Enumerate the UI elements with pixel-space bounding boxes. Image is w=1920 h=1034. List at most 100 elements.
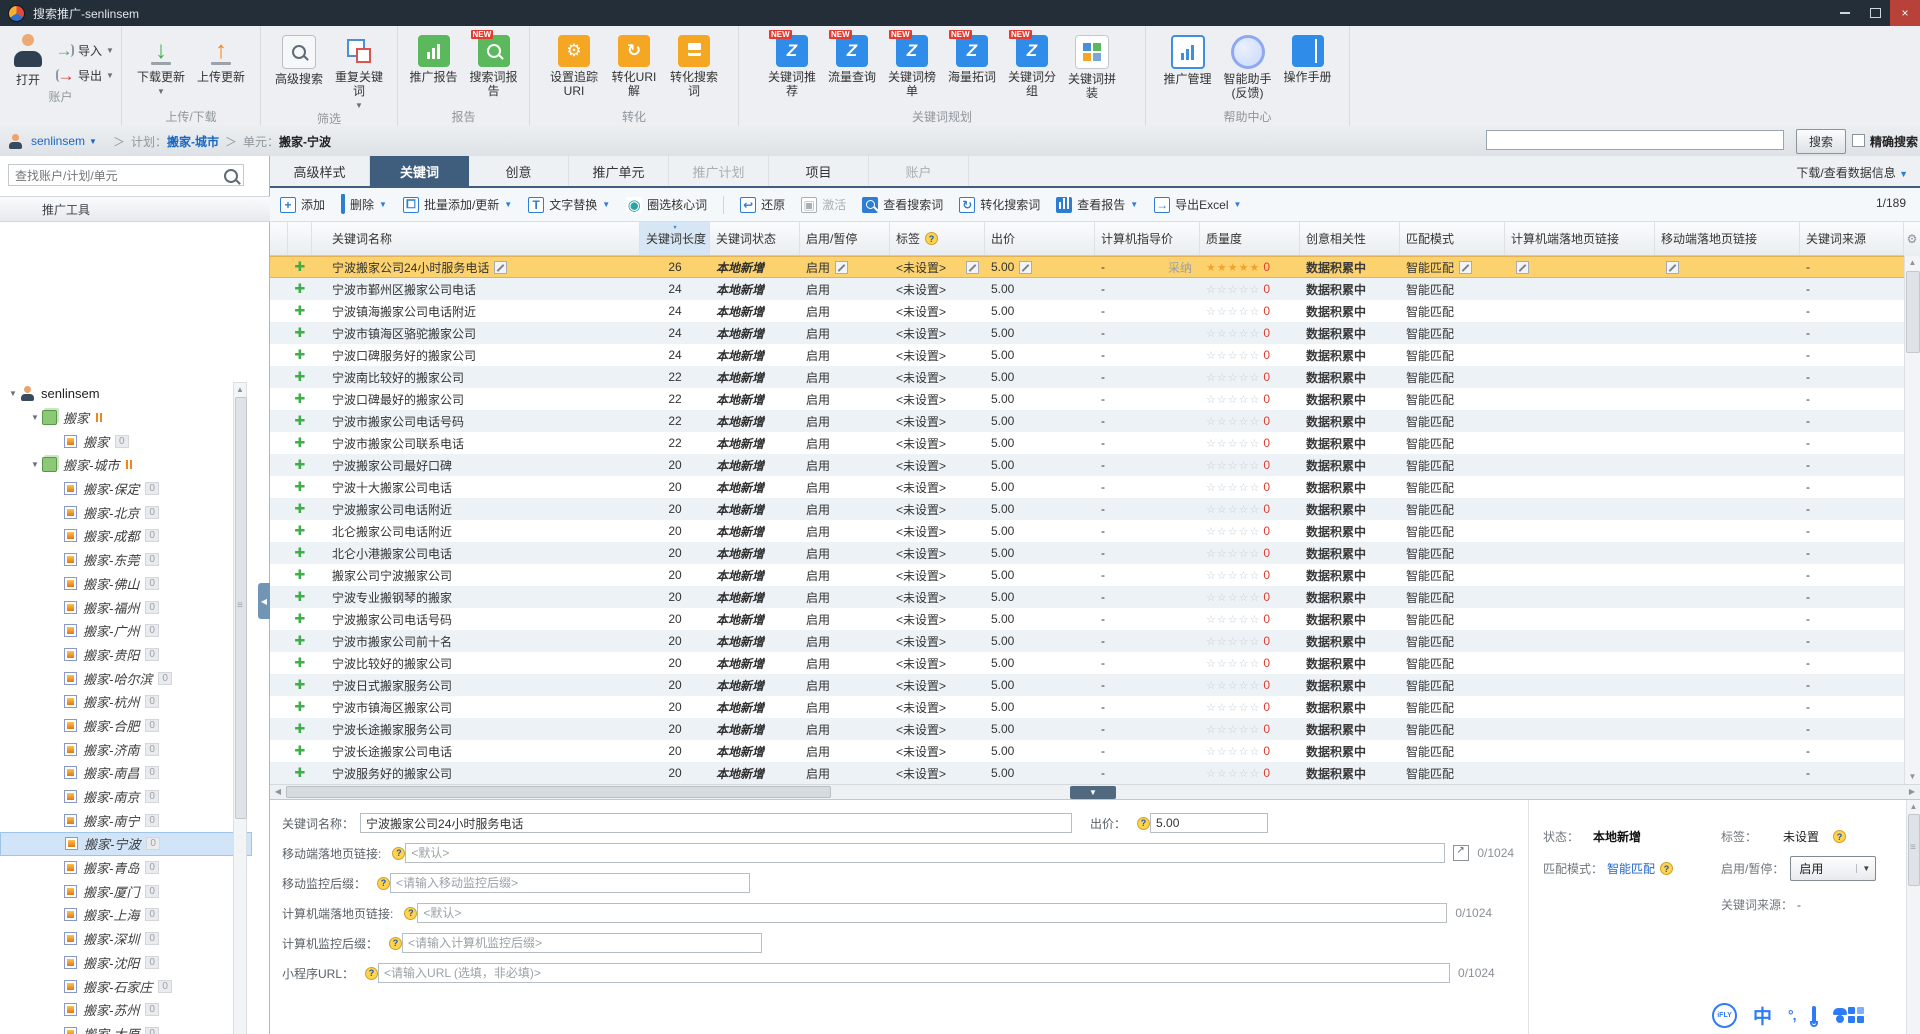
mic-icon[interactable] — [1812, 1008, 1816, 1022]
edit-icon[interactable] — [1019, 261, 1032, 274]
column-header-tag[interactable]: 标签? — [890, 222, 985, 255]
add-keyword-icon[interactable]: ✚ — [295, 259, 306, 275]
import-button[interactable]: →导入▼ — [56, 42, 114, 59]
tree-item-搬家[interactable]: 搬家0 — [0, 429, 252, 453]
tree-item-搬家-福州[interactable]: 搬家-福州0 — [0, 595, 252, 619]
row-select-cell[interactable] — [270, 674, 288, 696]
edit-icon[interactable] — [1666, 261, 1679, 274]
convert-search-term-button[interactable]: 转化搜索词 — [665, 32, 723, 98]
row-select-cell[interactable] — [270, 278, 288, 300]
tree-item-搬家-佛山[interactable]: 搬家-佛山0 — [0, 572, 252, 596]
edit-icon[interactable] — [494, 261, 507, 274]
tree-item-搬家-宁波[interactable]: 搬家-宁波0 — [0, 832, 252, 856]
tab-创意[interactable]: 创意 — [469, 156, 569, 186]
convert-uri-button[interactable]: ↻转化URI解 — [605, 32, 663, 98]
search-term-report-button[interactable]: NEW搜索词报告 — [465, 32, 523, 98]
column-header-name[interactable]: 关键词名称 — [312, 222, 640, 255]
scrollbar-thumb[interactable] — [286, 786, 831, 798]
add-keyword-icon[interactable]: ✚ — [295, 743, 306, 759]
row-select-cell[interactable] — [270, 762, 288, 784]
tab-项目[interactable]: 项目 — [769, 156, 869, 186]
help-icon[interactable]: ? — [404, 907, 417, 920]
tree-item-搬家-广州[interactable]: 搬家-广州0 — [0, 619, 252, 643]
mobile-landing-input[interactable] — [405, 843, 1445, 863]
row-add-cell[interactable]: ✚ — [288, 564, 312, 586]
column-header-bid[interactable]: 出价 — [985, 222, 1095, 255]
table-row[interactable]: ✚宁波搬家公司24小时服务电话26本地新增启用<未设置>5.00-采纳★★★★★… — [270, 256, 1904, 278]
global-search-input[interactable] — [1486, 130, 1784, 150]
sidebar-header-tools[interactable]: 推广工具 — [0, 196, 270, 222]
mass-keyword-expand-button[interactable]: NEWZ海量拓词 — [943, 32, 1001, 84]
table-row[interactable]: ✚宁波十大搬家公司电话20本地新增启用<未设置>5.00-☆☆☆☆☆0数据积累中… — [270, 476, 1904, 498]
tree-item-搬家[interactable]: ▼搬家 — [0, 406, 252, 430]
add-button[interactable]: +添加 — [280, 196, 325, 213]
title-bar[interactable]: 搜索推广-senlinsem × — [0, 0, 1920, 26]
export-excel-button[interactable]: →导出Excel▼ — [1154, 196, 1241, 213]
table-row[interactable]: ✚宁波市搬家公司电话号码22本地新增启用<未设置>5.00-☆☆☆☆☆0数据积累… — [270, 410, 1904, 432]
help-icon[interactable]: ? — [1660, 862, 1673, 875]
tab-高级样式[interactable]: 高级样式 — [270, 156, 370, 186]
row-add-cell[interactable]: ✚ — [288, 520, 312, 542]
tree-item-搬家-深圳[interactable]: 搬家-深圳0 — [0, 927, 252, 951]
table-row[interactable]: ✚宁波长途搬家服务公司20本地新增启用<未设置>5.00-☆☆☆☆☆0数据积累中… — [270, 718, 1904, 740]
account-caret-icon[interactable]: ▼ — [89, 137, 97, 146]
add-keyword-icon[interactable]: ✚ — [295, 589, 306, 605]
add-keyword-icon[interactable]: ✚ — [295, 567, 306, 583]
add-keyword-icon[interactable]: ✚ — [295, 765, 306, 781]
add-keyword-icon[interactable]: ✚ — [295, 413, 306, 429]
tree-item-搬家-南昌[interactable]: 搬家-南昌0 — [0, 761, 252, 785]
table-row[interactable]: ✚宁波服务好的搬家公司20本地新增启用<未设置>5.00-☆☆☆☆☆0数据积累中… — [270, 762, 1904, 784]
tree-item-搬家-城市[interactable]: ▼搬家-城市 — [0, 453, 252, 477]
table-row[interactable]: ✚宁波长途搬家公司电话20本地新增启用<未设置>5.00-☆☆☆☆☆0数据积累中… — [270, 740, 1904, 762]
breadcrumb-account[interactable]: senlinsem — [31, 134, 85, 148]
scroll-up-icon[interactable]: ▲ — [1907, 800, 1920, 813]
scroll-right-icon[interactable]: ▶ — [1904, 785, 1920, 799]
row-select-cell[interactable] — [270, 564, 288, 586]
tree-item-搬家-哈尔滨[interactable]: 搬家-哈尔滨0 — [0, 666, 252, 690]
keyword-ranking-button[interactable]: NEWZ关键词榜单 — [883, 32, 941, 98]
column-header-pc_guide[interactable]: 计算机指导价 — [1095, 222, 1200, 255]
tree-item-搬家-沈阳[interactable]: 搬家-沈阳0 — [0, 951, 252, 975]
add-keyword-icon[interactable]: ✚ — [295, 611, 306, 627]
convert-search-terms-button[interactable]: ↻转化搜索词 — [959, 196, 1040, 213]
help-icon[interactable]: ? — [389, 937, 402, 950]
tree-item-搬家-北京[interactable]: 搬家-北京0 — [0, 500, 252, 524]
tree-item-搬家-南宁[interactable]: 搬家-南宁0 — [0, 808, 252, 832]
column-header-quality[interactable]: 质量度 — [1200, 222, 1300, 255]
column-header-mob_link[interactable]: 移动端落地页链接 — [1655, 222, 1800, 255]
tree-item-搬家-厦门[interactable]: 搬家-厦门0 — [0, 879, 252, 903]
table-row[interactable]: ✚宁波市镇海区骆驼搬家公司24本地新增启用<未设置>5.00-☆☆☆☆☆0数据积… — [270, 322, 1904, 344]
row-select-cell[interactable] — [270, 586, 288, 608]
column-header-creative[interactable]: 创意相关性 — [1300, 222, 1400, 255]
row-add-cell[interactable]: ✚ — [288, 696, 312, 718]
circle-core-words-button[interactable]: ◉圈选核心词 — [626, 196, 707, 213]
row-select-cell[interactable] — [270, 630, 288, 652]
table-row[interactable]: ✚宁波市镇海区搬家公司20本地新增启用<未设置>5.00-☆☆☆☆☆0数据积累中… — [270, 696, 1904, 718]
tree-item-搬家-上海[interactable]: 搬家-上海0 — [0, 903, 252, 927]
tab-推广单元[interactable]: 推广单元 — [569, 156, 669, 186]
edit-icon[interactable] — [966, 261, 979, 274]
table-row[interactable]: ✚宁波搬家公司电话附近20本地新增启用<未设置>5.00-☆☆☆☆☆0数据积累中… — [270, 498, 1904, 520]
scrollbar-thumb[interactable] — [1906, 271, 1920, 353]
search-icon[interactable] — [224, 169, 238, 183]
advanced-search-button[interactable]: 高级搜索 — [270, 32, 328, 86]
row-add-cell[interactable]: ✚ — [288, 630, 312, 652]
tree-expand-caret-icon[interactable]: ▼ — [28, 413, 42, 422]
horizontal-scrollbar[interactable]: ◀ ▼ ▶ — [270, 784, 1920, 799]
help-icon[interactable]: ? — [1137, 817, 1150, 830]
tree-item-搬家-太原[interactable]: 搬家-太原0 — [0, 1022, 252, 1034]
add-keyword-icon[interactable]: ✚ — [295, 633, 306, 649]
row-select-cell[interactable] — [270, 366, 288, 388]
pc-landing-input[interactable] — [417, 903, 1447, 923]
tree-item-搬家-成都[interactable]: 搬家-成都0 — [0, 524, 252, 548]
table-row[interactable]: ✚宁波口碑服务好的搬家公司24本地新增启用<未设置>5.00-☆☆☆☆☆0数据积… — [270, 344, 1904, 366]
adopt-link[interactable]: 采纳 — [1168, 259, 1192, 276]
text-replace-button[interactable]: T文字替换▼ — [528, 196, 610, 213]
tree-search-input[interactable] — [13, 167, 221, 185]
keyword-assemble-button[interactable]: 关键词拼装 — [1063, 32, 1121, 100]
add-keyword-icon[interactable]: ✚ — [295, 325, 306, 341]
row-add-cell[interactable]: ✚ — [288, 762, 312, 784]
exact-search-checkbox[interactable] — [1852, 134, 1865, 147]
row-add-cell[interactable]: ✚ — [288, 300, 312, 322]
column-header-status[interactable]: 关键词状态 — [710, 222, 800, 255]
